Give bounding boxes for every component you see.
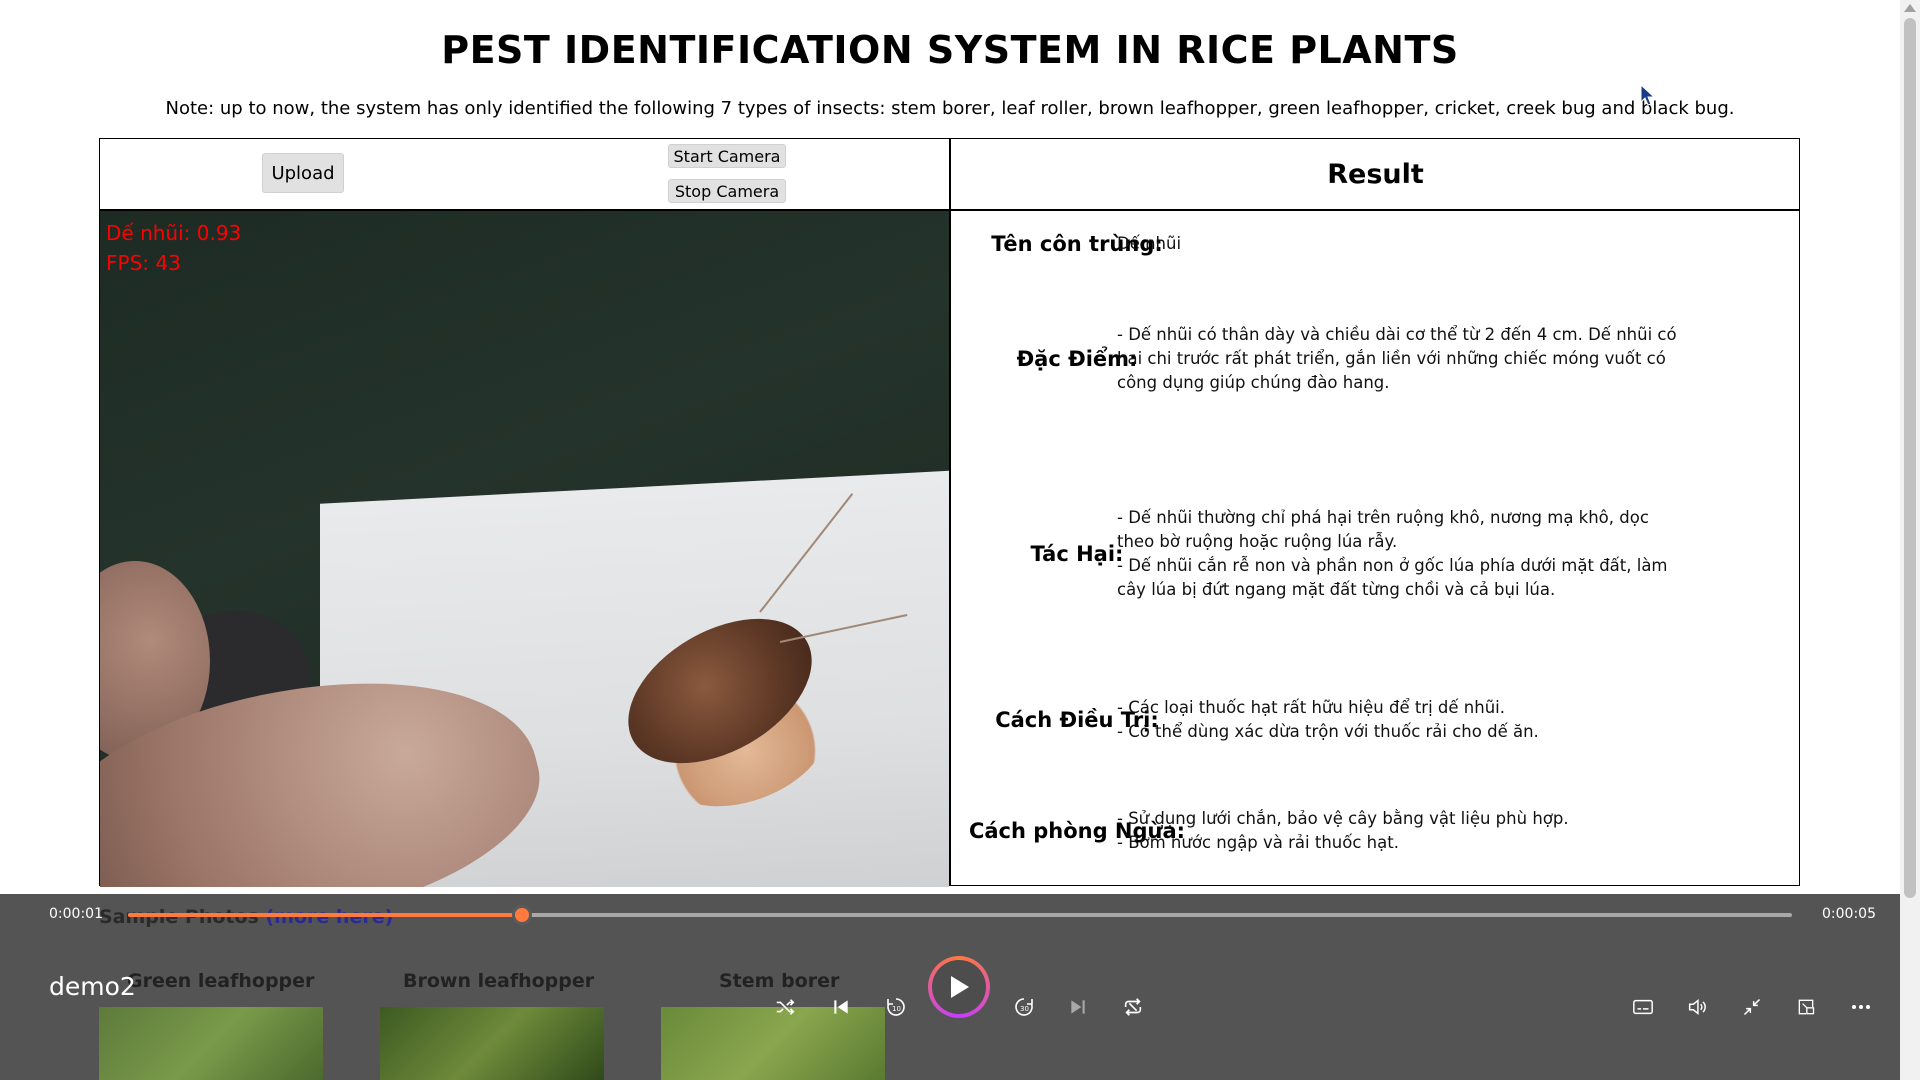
page-scrollbar[interactable] [1900, 0, 1920, 1080]
page-title: PEST IDENTIFICATION SYSTEM IN RICE PLANT… [441, 28, 1459, 72]
treatment-value: - Các loại thuốc hạt rất hữu hiệu để trị… [1117, 698, 1539, 741]
detection-label: Dế nhũi: 0.93 [106, 221, 242, 245]
next-icon[interactable] [1061, 990, 1095, 1024]
play-icon [932, 960, 986, 1014]
current-time: 0:00:01 [49, 906, 103, 922]
stop-camera-button[interactable]: Stop Camera [668, 179, 786, 203]
seek-bar-fill [128, 913, 523, 917]
captions-icon[interactable] [1626, 990, 1660, 1024]
volume-icon[interactable] [1680, 990, 1714, 1024]
sample-caption-stem-borer: Stem borer [719, 970, 840, 992]
prevention-value: - Sử dụng lưới chắn, bảo vệ cây bằng vật… [1117, 809, 1569, 852]
media-title: demo2 [49, 972, 136, 1001]
exit-fullscreen-icon[interactable] [1735, 990, 1769, 1024]
sample-photos-label: Sample Photos [99, 906, 259, 928]
rewind-10-icon[interactable]: 10 [879, 990, 913, 1024]
sample-caption-brown-leafhopper: Brown leafhopper [403, 970, 595, 992]
seek-bar[interactable] [128, 905, 1792, 925]
insect-name-value: Dế nhũi [1117, 234, 1182, 253]
shuffle-icon[interactable] [768, 990, 802, 1024]
play-button[interactable] [928, 956, 990, 1018]
scrollbar-thumb[interactable] [1904, 18, 1916, 898]
sample-caption-green-leafhopper: Green leafhopper [127, 970, 315, 992]
sample-photo-green-leafhopper[interactable] [99, 1007, 323, 1080]
seek-thumb[interactable] [512, 905, 533, 925]
upload-button[interactable]: Upload [262, 153, 344, 193]
more-samples-link[interactable]: (more here) [266, 906, 394, 928]
forward-30-icon[interactable]: 30 [1007, 990, 1041, 1024]
supported-insects-note: Note: up to now, the system has only ide… [165, 98, 1735, 119]
svg-text:30: 30 [1020, 1005, 1029, 1013]
harm-value: - Dế nhũi thường chỉ phá hại trên ruộng … [1117, 508, 1668, 599]
characteristics-value: - Dế nhũi có thân dày và chiều dài cơ th… [1117, 325, 1677, 392]
start-camera-button[interactable]: Start Camera [668, 144, 786, 168]
sample-photo-brown-leafhopper[interactable] [380, 1007, 604, 1080]
svg-text:10: 10 [892, 1005, 901, 1013]
media-player-bar: Sample Photos (more here) 0:00:01 0:00:0… [0, 894, 1920, 1080]
repeat-icon[interactable] [1116, 990, 1150, 1024]
camera-feed: Dế nhũi: 0.93 FPS: 43 [100, 211, 949, 887]
scroll-up-arrow-icon[interactable] [1904, 4, 1916, 12]
more-options-icon[interactable] [1844, 990, 1878, 1024]
sample-photos-heading: Sample Photos (more here) [99, 906, 393, 928]
mini-player-icon[interactable] [1789, 990, 1823, 1024]
fps-label: FPS: 43 [106, 251, 181, 275]
total-time: 0:00:05 [1822, 906, 1876, 922]
result-header: Result [1327, 158, 1424, 190]
previous-icon[interactable] [824, 990, 858, 1024]
